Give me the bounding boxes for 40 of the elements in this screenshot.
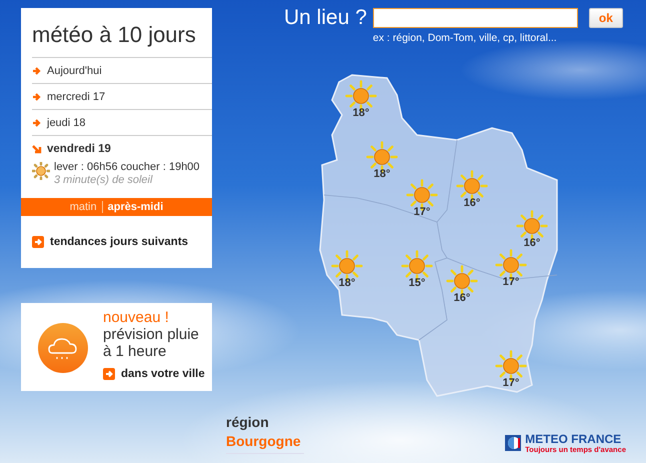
temperature-label: 15° xyxy=(408,277,426,289)
search-hint: ex : région, Dom-Tom, ville, cp, littoral... xyxy=(372,32,558,44)
temperature-label: 16° xyxy=(464,197,480,209)
arrow-icon xyxy=(32,92,42,102)
region-name: Bourgogne xyxy=(226,433,302,449)
new-label: nouveau ! xyxy=(103,309,170,326)
arrow-icon xyxy=(32,118,42,128)
rain-cloud-icon xyxy=(37,322,89,374)
day-label[interactable]: jeudi 18 xyxy=(47,116,86,128)
panel-title: météo à 10 jours xyxy=(32,8,212,58)
temperature-label: 16° xyxy=(524,237,540,249)
sunrise-sunset-text: lever : 06h56 coucher : 19h00 xyxy=(54,161,200,173)
search-field[interactable] xyxy=(372,8,578,28)
day-label[interactable]: Aujourd'hui xyxy=(47,64,102,76)
temperature-label: 17° xyxy=(414,206,430,218)
arrow-icon xyxy=(103,368,115,380)
sun-icon xyxy=(32,162,50,180)
search-label: Un lieu ? xyxy=(284,6,367,31)
day-link[interactable]: jeudi 18 xyxy=(32,110,212,136)
promo-title: prévision pluie à 1 heure xyxy=(103,326,200,360)
sunshine-text: 3 minute(s) de soleil xyxy=(54,174,154,186)
trends-link[interactable]: tendances jours suivants xyxy=(50,236,188,248)
city-link[interactable]: dans votre ville xyxy=(121,368,205,380)
day-label[interactable]: mercredi 17 xyxy=(47,90,106,102)
temperature-label: 17° xyxy=(502,377,520,389)
day-link[interactable]: Aujourd'hui xyxy=(32,58,212,84)
arrow-icon xyxy=(32,66,42,76)
logo-name: METEO FRANCE xyxy=(525,432,622,444)
temperature-label: 18° xyxy=(338,277,356,289)
day-link[interactable]: vendredi 19 xyxy=(32,136,212,161)
temperature-label: 17° xyxy=(502,276,520,288)
arrow-icon xyxy=(32,236,44,248)
temperature-label: 18° xyxy=(374,168,390,180)
temperature-label: 18° xyxy=(352,107,370,119)
region-label: région xyxy=(226,414,270,430)
day-link[interactable]: mercredi 17 xyxy=(32,84,212,110)
temperature-label: 16° xyxy=(454,292,470,304)
day-label[interactable]: vendredi 19 xyxy=(47,142,111,154)
logo-icon xyxy=(505,435,522,451)
arrow-icon xyxy=(32,144,42,154)
